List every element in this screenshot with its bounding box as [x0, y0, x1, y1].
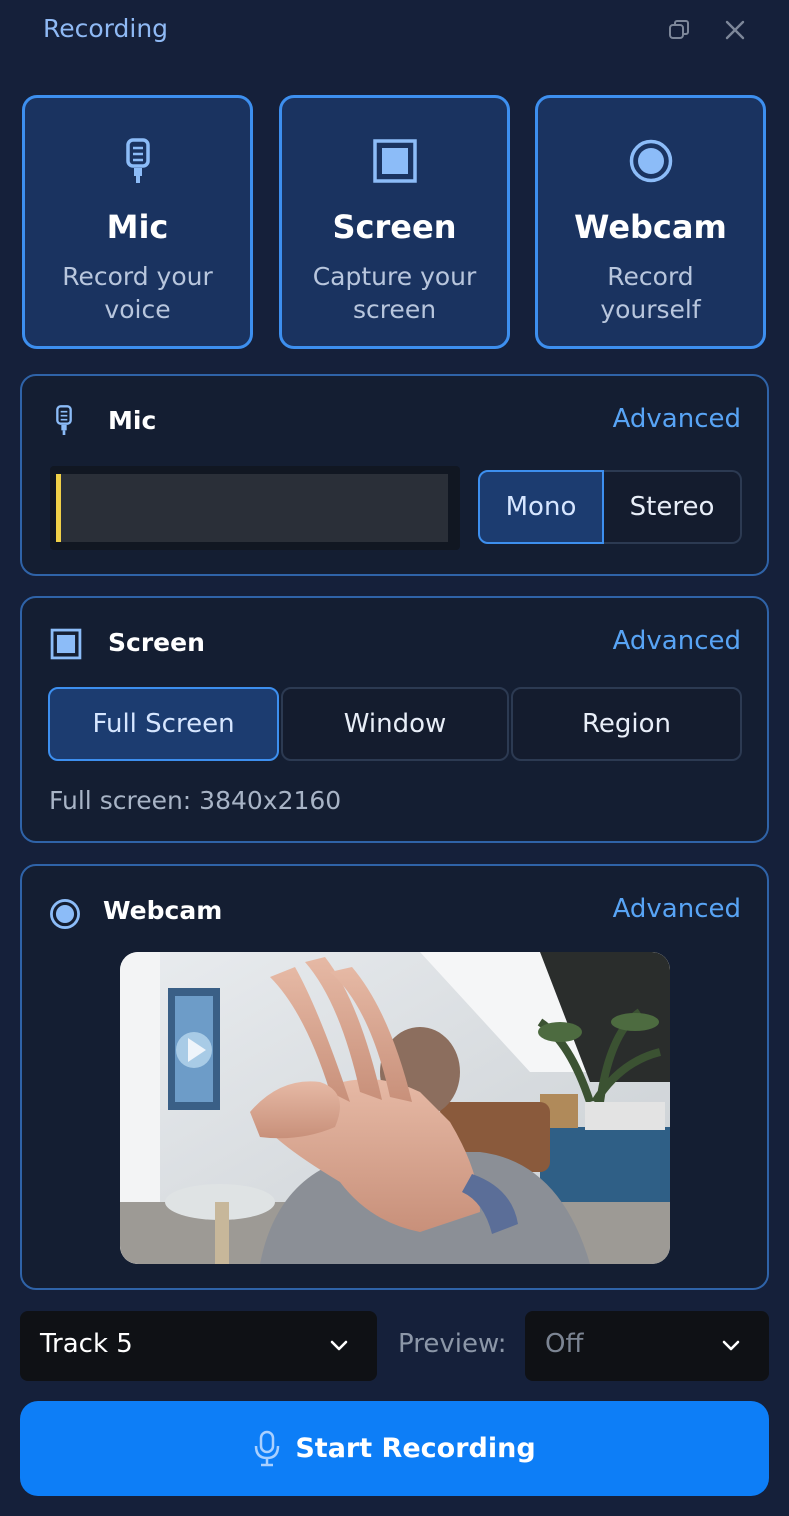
panel-title: Webcam	[103, 896, 223, 925]
level-meter-track	[56, 474, 448, 542]
title-bar: Recording	[0, 0, 789, 64]
start-recording-label: Start Recording	[295, 1433, 536, 1464]
preview-select-value: Off	[545, 1329, 584, 1359]
mode-name: Mic	[106, 208, 169, 246]
chevron-down-icon	[719, 1333, 743, 1361]
track-select-value: Track 5	[40, 1329, 133, 1359]
region-button[interactable]: Region	[511, 687, 742, 761]
mode-card-webcam[interactable]: Webcam Record yourself	[535, 95, 766, 349]
microphone-icon	[253, 1430, 281, 1468]
mic-panel: Mic Advanced Mono Stereo	[20, 374, 769, 576]
mono-button[interactable]: Mono	[478, 470, 604, 544]
screen-advanced-link[interactable]: Advanced	[613, 626, 741, 656]
panel-title: Mic	[108, 406, 157, 435]
mode-name: Webcam	[574, 208, 727, 246]
mic-level-meter	[50, 466, 460, 550]
start-recording-button[interactable]: Start Recording	[20, 1401, 769, 1496]
webcam-panel: Webcam Advanced	[20, 864, 769, 1290]
capture-mode-selector: Full Screen Window Region	[48, 687, 742, 761]
screen-icon	[282, 138, 507, 184]
microphone-icon	[25, 138, 250, 186]
mode-description: Capture your screen	[312, 262, 477, 324]
webcam-icon	[49, 898, 81, 930]
window-button[interactable]: Window	[281, 687, 509, 761]
window-title: Recording	[43, 14, 169, 43]
mode-name: Screen	[332, 208, 457, 246]
full-screen-button[interactable]: Full Screen	[48, 687, 279, 761]
webcam-preview	[120, 952, 670, 1264]
close-icon[interactable]	[719, 14, 751, 46]
screen-resolution-info: Full screen: 3840x2160	[49, 786, 342, 815]
mic-advanced-link[interactable]: Advanced	[613, 404, 741, 434]
microphone-icon	[54, 404, 74, 438]
level-meter-fill	[56, 474, 61, 542]
mode-card-screen[interactable]: Screen Capture your screen	[279, 95, 510, 349]
screen-icon	[50, 628, 82, 660]
chevron-down-icon	[327, 1333, 351, 1361]
mode-description: Record yourself	[600, 262, 701, 324]
mode-card-mic[interactable]: Mic Record your voice	[22, 95, 253, 349]
preview-label: Preview:	[398, 1329, 507, 1359]
stereo-button[interactable]: Stereo	[604, 470, 742, 544]
mode-description: Record your voice	[62, 262, 213, 324]
panel-title: Screen	[108, 628, 205, 657]
webcam-icon	[538, 138, 763, 184]
popout-icon[interactable]	[663, 14, 695, 46]
channel-toggle: Mono Stereo	[478, 470, 742, 544]
preview-select[interactable]: Off	[525, 1311, 769, 1381]
track-select[interactable]: Track 5	[20, 1311, 377, 1381]
webcam-advanced-link[interactable]: Advanced	[613, 894, 741, 924]
screen-panel: Screen Advanced Full Screen Window Regio…	[20, 596, 769, 843]
